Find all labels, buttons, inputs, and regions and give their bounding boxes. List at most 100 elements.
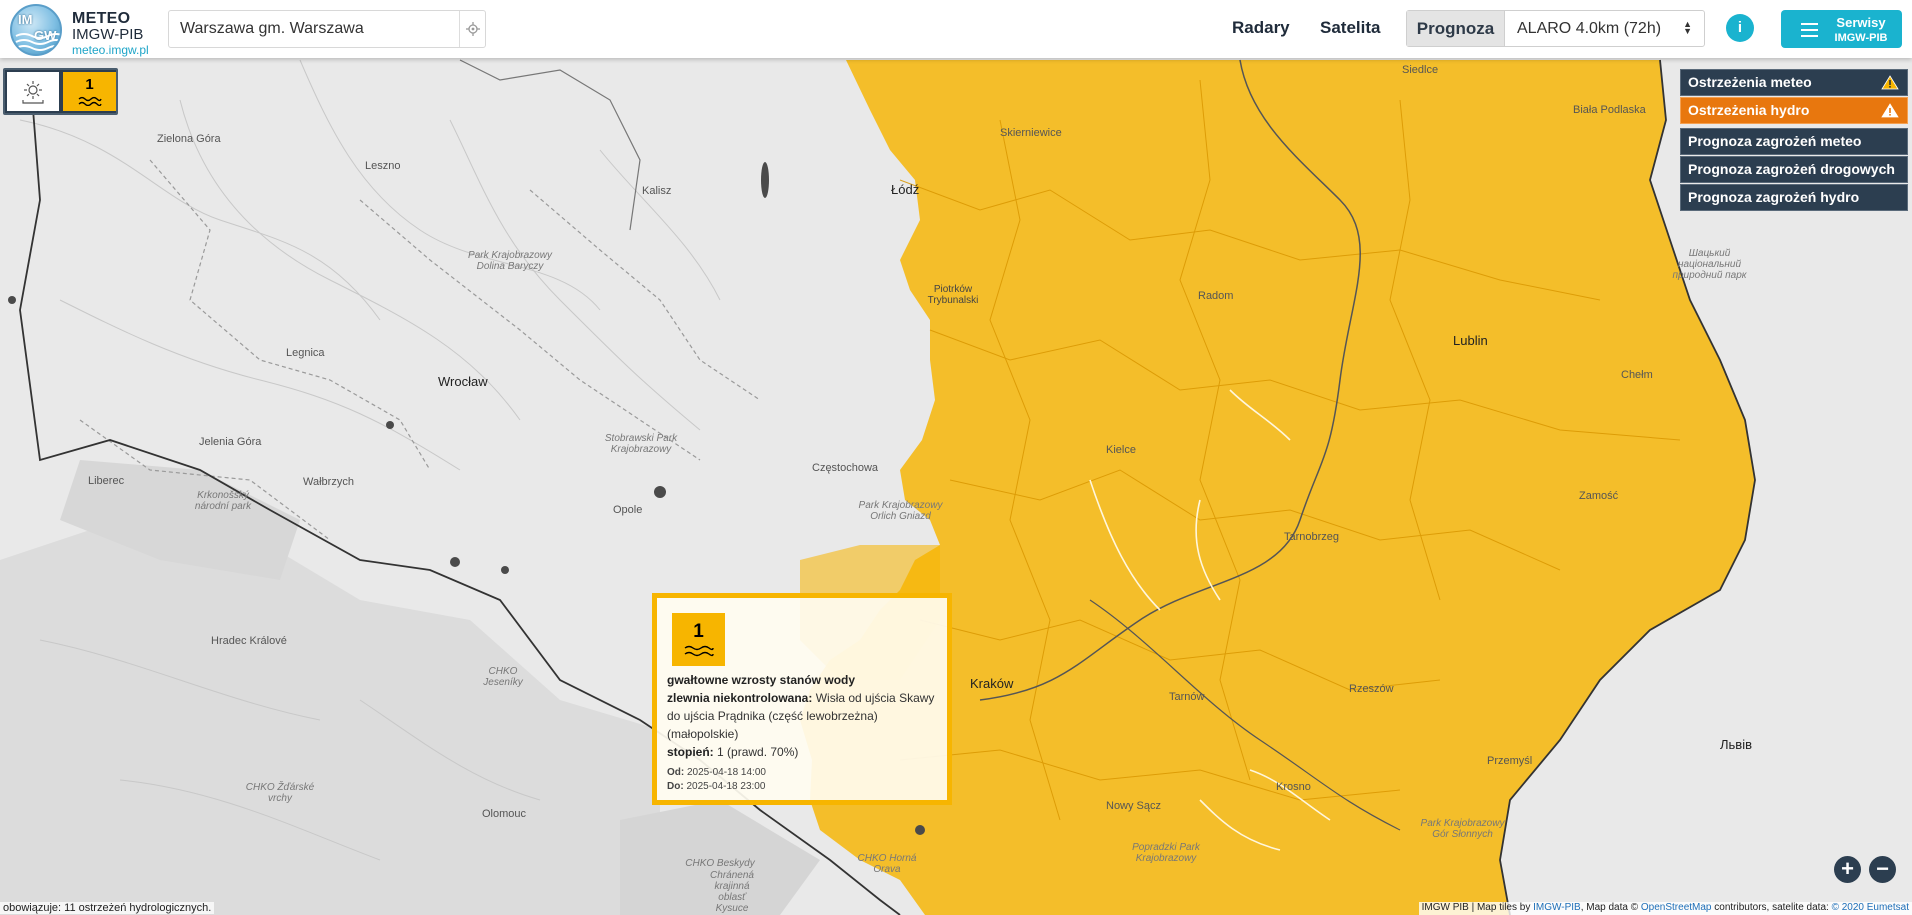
map-label-chelm: Chełm bbox=[1621, 369, 1653, 381]
map-label-opole: Opole bbox=[613, 504, 643, 516]
popup-dates: Od: 2025-04-18 14:00 Do: 2025-04-18 23:0… bbox=[667, 766, 766, 794]
menu-icon bbox=[1801, 23, 1818, 41]
map-label-przemysl: Przemyśl bbox=[1487, 755, 1533, 767]
water-wave-icon bbox=[78, 96, 102, 106]
menu-prognoza-zagrozen-drogowych[interactable]: Prognoza zagrożeń drogowych bbox=[1680, 156, 1908, 183]
menu-ostrzezenia-hydro[interactable]: Ostrzeżenia hydro bbox=[1680, 97, 1908, 124]
map-label-lublin: Lublin bbox=[1453, 333, 1488, 348]
map-label-piotrkow: Piotrków Trybunalski bbox=[927, 284, 979, 306]
map-label-pk-gor-slonnych: Park Krajobrazowy Gór Słonnych bbox=[1420, 818, 1505, 840]
warning-icon bbox=[1881, 75, 1899, 90]
app-root: Siedlce Biała Podlaska Skierniewice Łódź… bbox=[0, 0, 1912, 915]
basin-label: zlewnia niekontrolowana: bbox=[667, 691, 813, 705]
map-label-lodz: Łódź bbox=[891, 182, 920, 197]
menu-item-label: Prognoza zagrożeń hydro bbox=[1688, 189, 1860, 205]
warning-icon bbox=[1881, 103, 1899, 118]
map-label-czestochowa: Częstochowa bbox=[812, 462, 879, 474]
warning-popup[interactable]: 1 gwałtowne wzrosty stanów wody zlewnia … bbox=[652, 593, 952, 805]
search-box[interactable] bbox=[168, 10, 486, 48]
hydro-layer-toggle[interactable]: 1 bbox=[63, 72, 116, 111]
map-label-popradzki: Popradzki Park Krajobrazowy bbox=[1132, 842, 1200, 864]
locate-button[interactable] bbox=[459, 11, 485, 47]
sun-icon bbox=[22, 80, 44, 104]
warning-level-badge: 1 bbox=[672, 613, 725, 666]
menu-item-label: Ostrzeżenia meteo bbox=[1688, 74, 1812, 90]
search-input[interactable] bbox=[169, 11, 449, 47]
degree-value: 1 (prawd. 70%) bbox=[717, 745, 799, 759]
map-label-liberec: Liberec bbox=[88, 475, 125, 487]
attribution-text: , Map data © bbox=[1580, 902, 1641, 913]
popup-body: gwałtowne wzrosty stanów wody zlewnia ni… bbox=[667, 671, 950, 761]
map-label-legnica: Legnica bbox=[286, 347, 325, 359]
map-label-chko-zdarske: CHKO Žďárské vrchy bbox=[245, 782, 315, 804]
warning-title: gwałtowne wzrosty stanów wody bbox=[667, 673, 856, 687]
menu-item-label: Prognoza zagrożeń meteo bbox=[1688, 133, 1862, 149]
nav-radary[interactable]: Radary bbox=[1232, 18, 1290, 38]
map-label-krkonossky: Krkonošský národní park bbox=[194, 490, 252, 512]
map-label-nowy-sacz: Nowy Sącz bbox=[1106, 800, 1162, 812]
info-button[interactable]: i bbox=[1726, 14, 1754, 42]
map-label-krakow: Kraków bbox=[970, 676, 1014, 691]
nav-satelita[interactable]: Satelita bbox=[1320, 18, 1380, 38]
zoom-out-button[interactable]: − bbox=[1869, 856, 1896, 883]
map-label-chranena: Chránená krajinná oblasť Kysuce bbox=[710, 870, 754, 914]
map-label-rzeszow: Rzeszów bbox=[1349, 683, 1394, 695]
map-label-wroclaw: Wrocław bbox=[438, 374, 488, 389]
water-wave-icon bbox=[684, 645, 714, 657]
services-label: Serwisy bbox=[1836, 15, 1886, 30]
map-label-zamosc: Zamość bbox=[1579, 490, 1619, 502]
header-bar: IM GW METEO IMGW-PIB meteo.imgw.pl Warsz… bbox=[0, 0, 1912, 58]
map-canvas[interactable] bbox=[0, 0, 1912, 915]
menu-item-label: Ostrzeżenia hydro bbox=[1688, 102, 1810, 118]
model-select-value: ALARO 4.0km (72h) bbox=[1517, 19, 1662, 37]
map-label-tarnow: Tarnów bbox=[1169, 691, 1205, 703]
meteo-layer-toggle[interactable] bbox=[7, 72, 59, 111]
attribution-link-osm[interactable]: OpenStreetMap bbox=[1641, 902, 1712, 913]
select-caret-icon: ▲ ▼ bbox=[1683, 19, 1692, 36]
from-label: Od: bbox=[667, 767, 685, 778]
attribution-link-imgw[interactable]: IMGW-PIB bbox=[1533, 902, 1581, 913]
warning-level-number: 1 bbox=[693, 621, 704, 642]
warnings-menu: Ostrzeżenia meteo Ostrzeżenia hydro Prog… bbox=[1680, 69, 1908, 212]
nav-prognoza[interactable]: Prognoza bbox=[1407, 11, 1505, 46]
map-label-krosno: Krosno bbox=[1276, 781, 1311, 793]
attribution-link-eumetsat[interactable]: © 2020 Eumetsat bbox=[1832, 902, 1909, 913]
imgw-logo-icon: IM GW bbox=[10, 4, 62, 56]
map-label-pk-dolina-baryczy: Park Krajobrazowy Dolina Baryczy bbox=[468, 250, 552, 272]
forecast-group: Prognoza ALARO 4.0km (72h) ▲ ▼ bbox=[1406, 10, 1705, 47]
map-label-kalisz: Kalisz bbox=[642, 185, 672, 197]
map-label-siedlce: Siedlce bbox=[1402, 64, 1439, 76]
map-label-jelenia-gora: Jelenia Góra bbox=[199, 436, 262, 448]
model-select[interactable]: ALARO 4.0km (72h) ▲ ▼ bbox=[1506, 11, 1704, 46]
logo[interactable]: IM GW METEO IMGW-PIB meteo.imgw.pl bbox=[10, 3, 165, 57]
map-label-chko-orava: CHKO Horná Orava bbox=[857, 853, 917, 875]
map-label-walbrzych: Wałbrzych bbox=[303, 476, 354, 488]
crosshair-icon bbox=[465, 22, 480, 36]
attribution-text: contributors, satelite data: bbox=[1711, 902, 1832, 913]
map-label-hradec: Hradec Králové bbox=[211, 635, 287, 647]
map-label-pk-orlich: Park Krajobrazowy Orlich Gniazd bbox=[858, 500, 943, 522]
map-label-zielona-gora: Zielona Góra bbox=[157, 133, 221, 145]
map-view[interactable]: Siedlce Biała Podlaska Skierniewice Łódź… bbox=[0, 0, 1912, 915]
menu-prognoza-zagrozen-hydro[interactable]: Prognoza zagrożeń hydro bbox=[1680, 184, 1908, 211]
map-label-kielce: Kielce bbox=[1106, 444, 1136, 456]
status-text: obowiązuje: 11 ostrzeżeń hydrologicznych… bbox=[0, 902, 215, 914]
map-attribution: IMGW PIB | Map tiles by IMGW-PIB, Map da… bbox=[1418, 902, 1912, 915]
menu-item-label: Prognoza zagrożeń drogowych bbox=[1688, 161, 1895, 177]
map-label-skierniewice: Skierniewice bbox=[1000, 127, 1062, 139]
layer-toggle: 1 bbox=[3, 68, 118, 115]
map-label-chko-jeseniky: CHKO Jeseníky bbox=[483, 666, 523, 688]
from-value: 2025-04-18 14:00 bbox=[687, 767, 766, 778]
services-button[interactable]: Serwisy IMGW-PIB bbox=[1781, 10, 1902, 48]
map-label-lviv: Львів bbox=[1720, 737, 1753, 752]
map-label-leszno: Leszno bbox=[365, 160, 401, 172]
attribution-text: IMGW PIB | Map tiles by bbox=[1421, 902, 1534, 913]
map-label-olomouc: Olomouc bbox=[482, 808, 527, 820]
zoom-in-button[interactable]: + bbox=[1834, 856, 1861, 883]
menu-ostrzezenia-meteo[interactable]: Ostrzeżenia meteo bbox=[1680, 69, 1908, 96]
degree-label: stopień: bbox=[667, 745, 714, 759]
menu-prognoza-zagrozen-meteo[interactable]: Prognoza zagrożeń meteo bbox=[1680, 128, 1908, 155]
map-label-radom: Radom bbox=[1198, 290, 1234, 302]
map-label-biala-podlaska: Biała Podlaska bbox=[1573, 104, 1646, 116]
logo-url[interactable]: meteo.imgw.pl bbox=[72, 43, 149, 57]
